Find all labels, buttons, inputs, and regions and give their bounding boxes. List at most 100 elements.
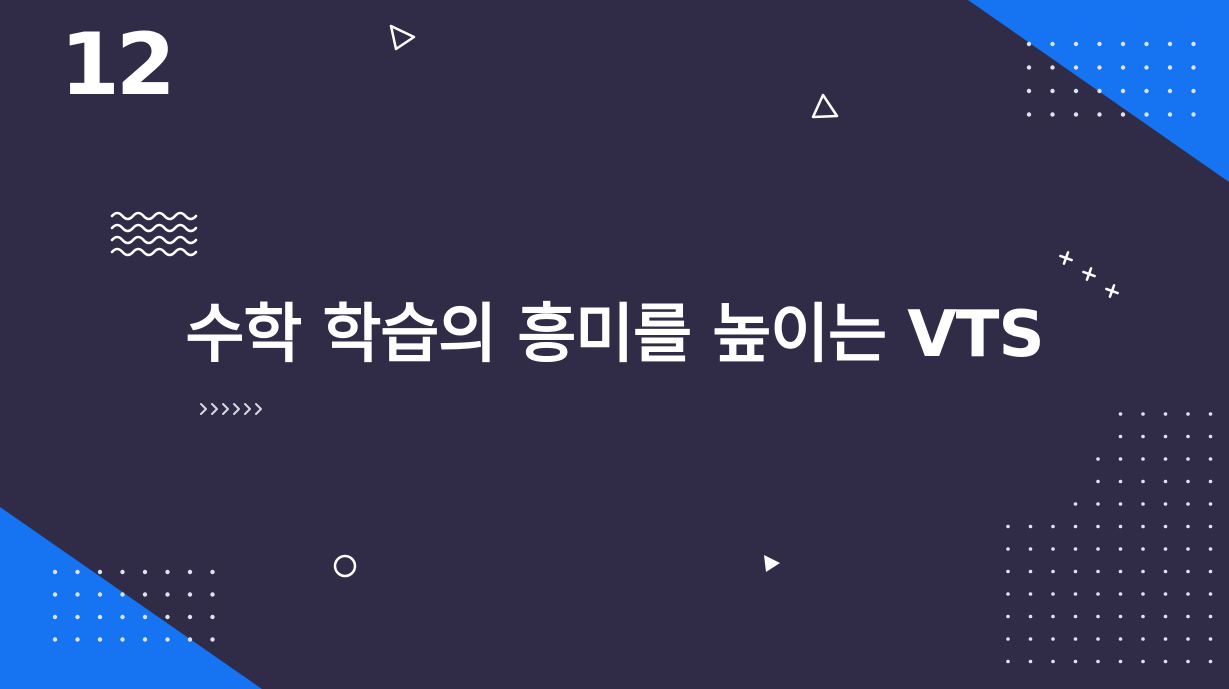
dot <box>1118 457 1123 461</box>
dot <box>1191 41 1196 47</box>
dot <box>1141 412 1145 416</box>
dot <box>1186 479 1190 484</box>
dot <box>1051 659 1055 664</box>
blue-corner-bottom-left <box>0 507 262 689</box>
dot <box>1141 659 1145 664</box>
dot <box>1028 637 1033 641</box>
dot <box>1144 88 1149 94</box>
wave-lines-icon <box>110 211 198 257</box>
dot <box>120 569 125 575</box>
dot <box>1097 41 1102 47</box>
dot <box>52 637 58 642</box>
dot <box>1208 637 1213 641</box>
dot <box>1096 502 1100 506</box>
dot <box>1028 592 1033 596</box>
dot <box>1006 547 1010 551</box>
dot <box>1096 637 1100 641</box>
dot <box>1163 479 1168 484</box>
dot <box>1167 65 1173 70</box>
dot <box>120 637 125 642</box>
dot <box>1006 659 1010 664</box>
dot <box>1186 637 1190 641</box>
dot <box>1163 502 1168 506</box>
dot <box>1191 112 1196 117</box>
dot <box>75 614 80 620</box>
dot <box>1120 88 1126 94</box>
dot <box>1186 659 1190 664</box>
dot <box>1118 637 1123 641</box>
dot <box>1208 614 1213 619</box>
dot <box>1051 614 1055 619</box>
dot <box>1141 457 1145 461</box>
dot <box>1073 112 1079 117</box>
dot <box>1167 88 1173 94</box>
plus-cluster-icon <box>1059 251 1119 298</box>
dot <box>1118 547 1123 551</box>
dot <box>1163 434 1168 439</box>
dot <box>1118 569 1123 574</box>
dot <box>1006 637 1010 641</box>
dot <box>1163 412 1168 416</box>
dot <box>1163 659 1168 664</box>
dot <box>1163 592 1168 596</box>
dot <box>165 569 170 575</box>
dot <box>1163 547 1168 551</box>
dot <box>1096 569 1100 574</box>
dot <box>1073 592 1078 596</box>
dot <box>142 592 148 597</box>
dot <box>1028 659 1033 664</box>
triangle-outline-icon <box>811 93 839 119</box>
dot <box>1208 479 1213 484</box>
dot <box>1006 524 1010 529</box>
dot <box>1141 434 1145 439</box>
dot <box>1208 524 1213 529</box>
dot <box>1026 41 1032 47</box>
dot <box>1006 569 1010 574</box>
dot <box>1073 614 1078 619</box>
dot <box>1028 614 1033 619</box>
dot <box>1050 112 1055 117</box>
dot <box>1186 412 1190 416</box>
dot <box>1118 412 1123 416</box>
dot <box>1118 434 1123 439</box>
dot <box>1096 659 1100 664</box>
dot <box>1191 88 1196 94</box>
dot-grid-icon <box>1006 412 1213 664</box>
dot <box>1097 88 1102 94</box>
dot <box>1163 614 1168 619</box>
dot <box>1186 457 1190 461</box>
dot <box>1118 502 1123 506</box>
dot <box>1186 592 1190 596</box>
dot <box>1186 547 1190 551</box>
dot <box>1118 614 1123 619</box>
dot <box>1073 88 1079 94</box>
dot <box>75 637 80 642</box>
dot <box>1118 592 1123 596</box>
dot <box>1051 569 1055 574</box>
dot <box>1120 41 1126 47</box>
dot <box>1208 592 1213 596</box>
dot <box>120 614 125 620</box>
dot <box>1006 614 1010 619</box>
dot <box>52 569 58 575</box>
dot <box>1208 502 1213 506</box>
dot <box>1208 457 1213 461</box>
dot <box>1186 524 1190 529</box>
dot <box>142 614 148 620</box>
dot <box>97 592 103 597</box>
dot <box>1141 614 1145 619</box>
dot <box>165 637 170 642</box>
dot <box>1186 434 1190 439</box>
dot <box>1028 569 1033 574</box>
dot <box>165 614 170 620</box>
dot <box>142 569 148 575</box>
circle-outline-icon <box>333 554 357 578</box>
dot <box>1186 569 1190 574</box>
dot <box>187 569 193 575</box>
dot <box>52 614 58 620</box>
dot <box>1050 65 1055 70</box>
dot <box>1144 65 1149 70</box>
dot <box>1073 569 1078 574</box>
dot <box>1144 112 1149 117</box>
dot <box>1167 41 1173 47</box>
